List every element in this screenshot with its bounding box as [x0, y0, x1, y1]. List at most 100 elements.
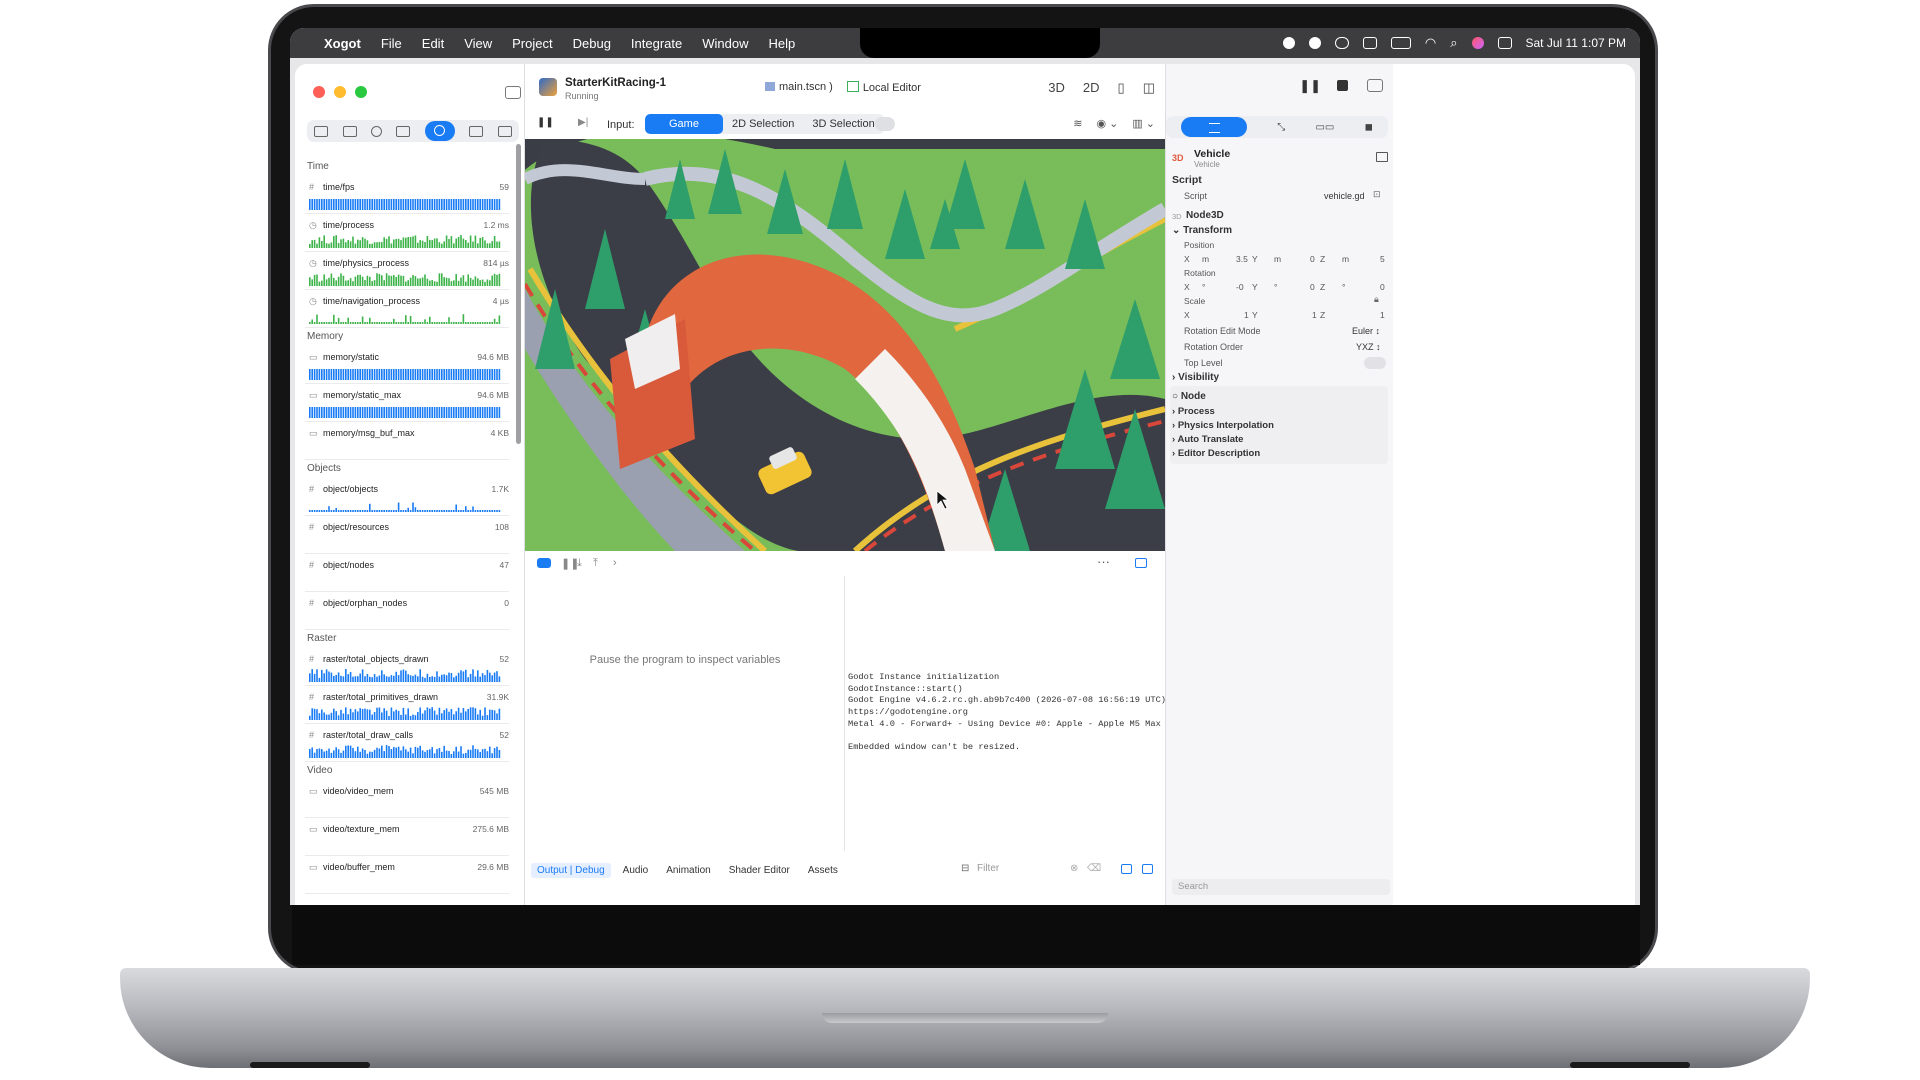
position-x[interactable]: 3.5 [1236, 254, 1248, 264]
wifi-icon[interactable]: ◠ [1425, 35, 1436, 51]
pause-game-icon[interactable]: ❚❚ [1299, 78, 1321, 94]
groups-tab-icon[interactable]: ▭▭ [1315, 122, 1334, 133]
rotation-y[interactable]: 0 [1310, 282, 1315, 292]
menu-help[interactable]: Help [769, 36, 796, 51]
wireless-icon[interactable]: ≋ [1073, 117, 1082, 130]
position-z[interactable]: 5 [1380, 254, 1385, 264]
monitor-row[interactable]: # object/objects 1.7K [305, 478, 509, 516]
visibility-section[interactable]: › Visibility [1172, 372, 1219, 383]
panel-layout-icon[interactable] [1135, 558, 1147, 568]
position-y[interactable]: 0 [1310, 254, 1315, 264]
monitor-row[interactable]: ▭ memory/static 94.6 MB [305, 346, 509, 384]
editor-description-group[interactable]: › Editor Description [1172, 448, 1260, 459]
history-tab-icon[interactable]: ◼ [1365, 122, 1373, 133]
more-icon[interactable]: ··· [1097, 554, 1110, 569]
document-icon[interactable] [497, 125, 512, 137]
monitor-row[interactable]: # raster/total_objects_drawn 52 [305, 648, 509, 686]
mode-3d-button[interactable]: 3D [1048, 80, 1065, 96]
menu-debug[interactable]: Debug [573, 36, 611, 51]
scale-y[interactable]: 1 [1312, 310, 1317, 320]
script-edit-icon[interactable]: ⊡ [1373, 189, 1381, 200]
chevron-right-icon[interactable]: › [613, 557, 617, 569]
monitor-row[interactable]: # object/nodes 47 [305, 554, 509, 592]
monitor-row[interactable]: ▭ memory/static_max 94.6 MB [305, 384, 509, 422]
monitor-row[interactable]: # object/orphan_nodes 0 [305, 592, 509, 630]
step-into-icon[interactable]: ⤓ [577, 557, 582, 570]
trash-icon[interactable]: ⌫ [1087, 863, 1101, 874]
siri-icon[interactable] [1471, 37, 1484, 49]
scale-x[interactable]: 1 [1244, 310, 1249, 320]
battery-icon[interactable] [1390, 37, 1411, 49]
monitor-row[interactable]: ▭ memory/msg_buf_max 4 KB [305, 422, 509, 460]
control-center-icon[interactable] [1497, 37, 1512, 49]
pause-icon[interactable]: ❚❚ [537, 117, 554, 128]
docs-book-icon[interactable] [1376, 152, 1388, 162]
rotation-x[interactable]: -0 [1236, 282, 1244, 292]
monitor-row[interactable]: # object/resources 108 [305, 516, 509, 554]
folder-icon[interactable] [314, 125, 329, 137]
left-sidebar-toggle-icon[interactable] [505, 86, 521, 99]
inspector-tab-icon[interactable] [1181, 117, 1248, 137]
tab-audio[interactable]: Audio [617, 863, 655, 878]
monitor-row[interactable]: # raster/total_draw_calls 52 [305, 724, 509, 762]
close-window-button[interactable] [313, 86, 325, 98]
game-viewport[interactable] [525, 139, 1165, 551]
rotation-edit-mode-select[interactable]: Euler ↕ [1352, 326, 1380, 336]
minimize-window-button[interactable] [334, 86, 346, 98]
inspector-search-input[interactable]: Search [1172, 879, 1390, 895]
tab-assets[interactable]: Assets [802, 863, 844, 878]
display-icon[interactable] [1362, 37, 1377, 49]
layout-icon[interactable]: ▥ ⌄ [1132, 117, 1155, 130]
continue-icon[interactable] [537, 558, 551, 568]
search-nodes-icon[interactable] [371, 125, 383, 137]
input-mode-game[interactable]: Game [645, 114, 723, 134]
monitor-row[interactable]: ▭ video/video_mem 545 MB [305, 780, 509, 818]
monitor-row[interactable]: ▭ video/texture_mem 275.6 MB [305, 818, 509, 856]
cloud-status-icon[interactable] [1334, 37, 1349, 49]
lock-icon[interactable]: 🔒︎ [1374, 294, 1379, 305]
right-sidebar-toggle-icon[interactable] [1367, 79, 1383, 92]
menu-integrate[interactable]: Integrate [631, 36, 682, 51]
step-out-icon[interactable]: ⤒ [593, 557, 598, 570]
physics-interpolation-group[interactable]: › Physics Interpolation [1172, 420, 1274, 431]
monitor-row[interactable]: # time/fps 59 [305, 176, 509, 214]
monitors-tab-icon[interactable] [424, 121, 455, 141]
input-mode-2d-selection[interactable]: 2D Selection [723, 114, 803, 134]
menu-project[interactable]: Project [512, 36, 552, 51]
position-fields[interactable]: Xm 3.5 Y m 0Z m 5 [1184, 254, 1385, 266]
app-status-icon[interactable] [1308, 37, 1321, 49]
scale-fields[interactable]: X1 Y1 Z1 [1184, 310, 1385, 322]
camera-icon[interactable]: ◉ ⌄ [1096, 117, 1118, 130]
tab-shader-editor[interactable]: Shader Editor [723, 863, 796, 878]
transform-section[interactable]: ⌄ Transform [1172, 225, 1232, 236]
monitor-row[interactable]: # raster/total_primitives_drawn 31.9K [305, 686, 509, 724]
game-view-icon[interactable]: ◫ [1143, 80, 1155, 96]
search-icon[interactable]: ⌕ [1450, 35, 1457, 51]
breakpoint-icon[interactable] [469, 125, 484, 137]
clear-filter-icon[interactable]: ⊗ [1070, 863, 1078, 874]
scene-tree-icon[interactable] [342, 125, 357, 137]
menu-app-name[interactable]: Xogot [324, 36, 361, 51]
filter-options-icon[interactable]: ⊟ [961, 863, 969, 874]
signals-tab-icon[interactable]: ⤡ [1277, 122, 1285, 133]
auto-translate-group[interactable]: › Auto Translate [1172, 434, 1243, 445]
process-group[interactable]: › Process [1172, 406, 1215, 417]
stop-game-icon[interactable] [1337, 80, 1348, 91]
menu-edit[interactable]: Edit [422, 36, 444, 51]
menu-window[interactable]: Window [702, 36, 748, 51]
rotation-order-select[interactable]: YXZ ↕ [1356, 342, 1381, 352]
menu-file[interactable]: File [381, 36, 402, 51]
breadcrumb-editor[interactable]: Local Editor [847, 81, 921, 94]
breadcrumb-scene[interactable]: main.tscn ) [765, 81, 833, 94]
visibility-eye-icon[interactable] [875, 117, 895, 131]
menubar-clock[interactable]: Sat Jul 11 1:07 PM [1526, 36, 1627, 50]
monitor-row[interactable]: ◷ time/physics_process 814 µs [305, 252, 509, 290]
scale-z[interactable]: 1 [1380, 310, 1385, 320]
zoom-window-button[interactable] [355, 86, 367, 98]
split-right-icon[interactable] [1142, 864, 1153, 874]
step-frame-icon[interactable]: ▶| [578, 117, 588, 128]
script-value[interactable]: vehicle.gd [1324, 191, 1365, 201]
input-mode-3d-selection[interactable]: 3D Selection [803, 114, 883, 134]
rotation-z[interactable]: 0 [1380, 282, 1385, 292]
monitor-row[interactable]: ◷ time/navigation_process 4 µs [305, 290, 509, 328]
